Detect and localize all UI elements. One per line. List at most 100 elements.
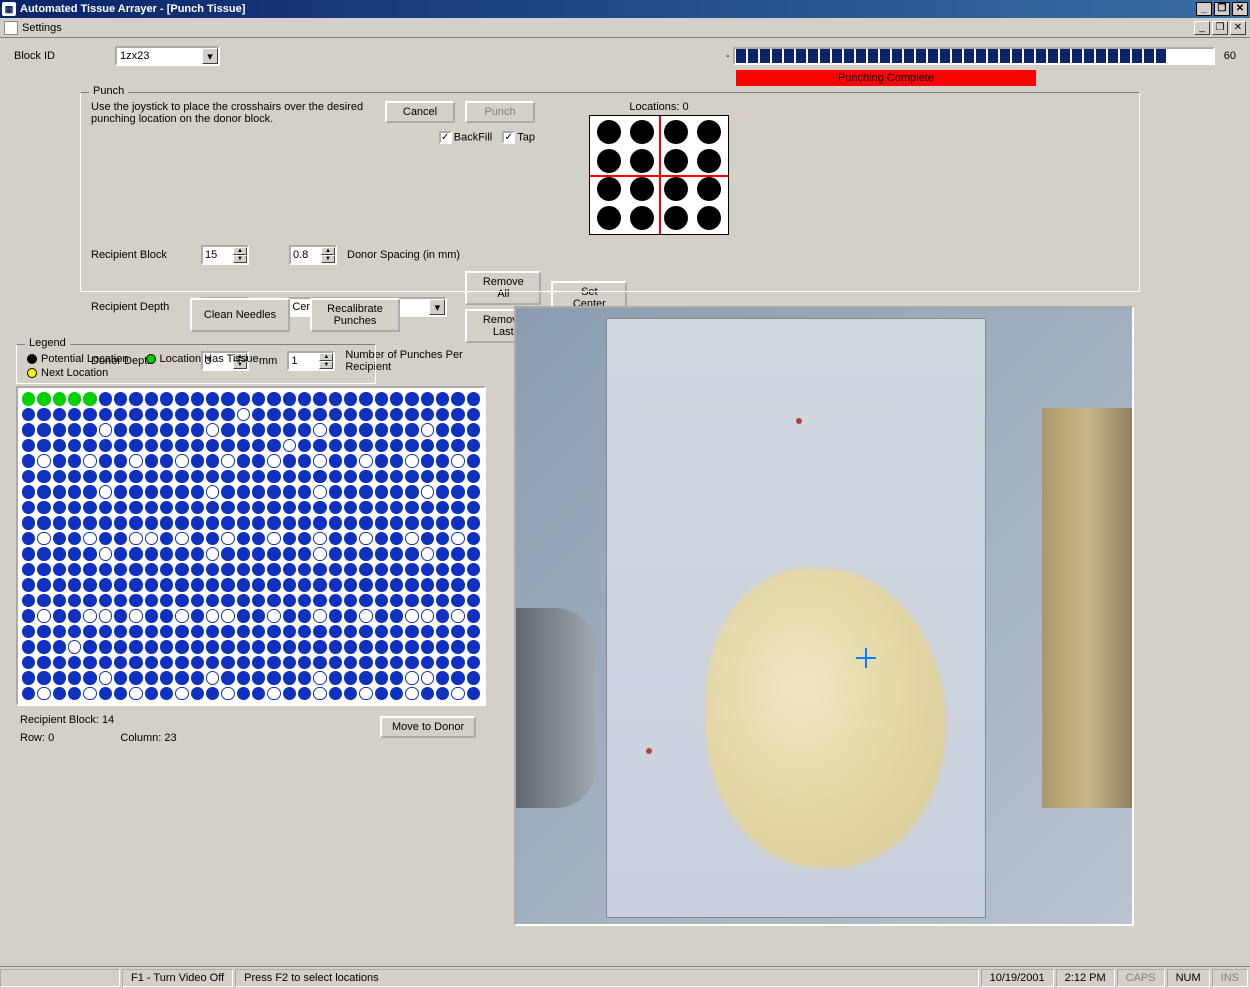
array-cell[interactable] bbox=[451, 563, 464, 577]
array-cell[interactable] bbox=[221, 439, 234, 453]
array-cell[interactable] bbox=[329, 594, 342, 608]
array-cell[interactable] bbox=[37, 439, 50, 453]
array-cell[interactable] bbox=[405, 563, 418, 577]
array-cell[interactable] bbox=[283, 532, 296, 546]
array-cell[interactable] bbox=[467, 625, 480, 639]
array-cell[interactable] bbox=[467, 547, 480, 561]
array-cell[interactable] bbox=[129, 594, 142, 608]
array-cell[interactable] bbox=[221, 640, 234, 654]
array-cell[interactable] bbox=[237, 485, 250, 499]
array-cell[interactable] bbox=[467, 656, 480, 670]
array-cell[interactable] bbox=[191, 423, 204, 437]
array-cell[interactable] bbox=[206, 640, 219, 654]
array-cell[interactable] bbox=[283, 423, 296, 437]
array-cell[interactable] bbox=[175, 439, 188, 453]
array-cell[interactable] bbox=[390, 671, 403, 685]
array-cell[interactable] bbox=[298, 470, 311, 484]
array-cell[interactable] bbox=[267, 547, 280, 561]
array-cell[interactable] bbox=[83, 656, 96, 670]
array-cell[interactable] bbox=[267, 656, 280, 670]
array-cell[interactable] bbox=[191, 392, 204, 406]
array-cell[interactable] bbox=[221, 485, 234, 499]
array-cell[interactable] bbox=[359, 609, 372, 623]
array-cell[interactable] bbox=[359, 408, 372, 422]
array-cell[interactable] bbox=[145, 485, 158, 499]
array-cell[interactable] bbox=[175, 501, 188, 515]
recalibrate-button[interactable]: Recalibrate Punches bbox=[310, 298, 400, 332]
array-cell[interactable] bbox=[37, 454, 50, 468]
array-cell[interactable] bbox=[375, 392, 388, 406]
array-cell[interactable] bbox=[451, 454, 464, 468]
array-cell[interactable] bbox=[329, 454, 342, 468]
array-cell[interactable] bbox=[421, 423, 434, 437]
array-cell[interactable] bbox=[83, 687, 96, 701]
array-cell[interactable] bbox=[83, 625, 96, 639]
array-cell[interactable] bbox=[421, 563, 434, 577]
array-cell[interactable] bbox=[252, 532, 265, 546]
array-cell[interactable] bbox=[436, 609, 449, 623]
array-cell[interactable] bbox=[467, 640, 480, 654]
array-cell[interactable] bbox=[160, 423, 173, 437]
array-cell[interactable] bbox=[175, 625, 188, 639]
array-cell[interactable] bbox=[22, 547, 35, 561]
array-cell[interactable] bbox=[237, 563, 250, 577]
array-cell[interactable] bbox=[359, 671, 372, 685]
array-cell[interactable] bbox=[68, 640, 81, 654]
array-cell[interactable] bbox=[68, 547, 81, 561]
array-cell[interactable] bbox=[436, 656, 449, 670]
array-cell[interactable] bbox=[68, 532, 81, 546]
array-cell[interactable] bbox=[283, 501, 296, 515]
array-cell[interactable] bbox=[451, 392, 464, 406]
array-cell[interactable] bbox=[160, 671, 173, 685]
array-cell[interactable] bbox=[329, 625, 342, 639]
array-cell[interactable] bbox=[237, 439, 250, 453]
array-cell[interactable] bbox=[405, 516, 418, 530]
array-cell[interactable] bbox=[252, 485, 265, 499]
array-cell[interactable] bbox=[298, 454, 311, 468]
array-cell[interactable] bbox=[267, 485, 280, 499]
array-cell[interactable] bbox=[237, 625, 250, 639]
array-cell[interactable] bbox=[359, 516, 372, 530]
array-cell[interactable] bbox=[221, 470, 234, 484]
array-cell[interactable] bbox=[344, 439, 357, 453]
array-cell[interactable] bbox=[313, 439, 326, 453]
array-cell[interactable] bbox=[53, 656, 66, 670]
array-cell[interactable] bbox=[421, 485, 434, 499]
array-cell[interactable] bbox=[22, 439, 35, 453]
array-cell[interactable] bbox=[344, 408, 357, 422]
array-cell[interactable] bbox=[344, 454, 357, 468]
array-cell[interactable] bbox=[451, 578, 464, 592]
spin-up-icon[interactable]: ▲ bbox=[233, 247, 247, 255]
array-cell[interactable] bbox=[160, 609, 173, 623]
array-cell[interactable] bbox=[175, 640, 188, 654]
array-cell[interactable] bbox=[206, 578, 219, 592]
array-cell[interactable] bbox=[252, 392, 265, 406]
array-cell[interactable] bbox=[37, 609, 50, 623]
array-cell[interactable] bbox=[451, 656, 464, 670]
array-cell[interactable] bbox=[252, 408, 265, 422]
array-cell[interactable] bbox=[221, 532, 234, 546]
array-cell[interactable] bbox=[298, 439, 311, 453]
array-cell[interactable] bbox=[37, 516, 50, 530]
array-cell[interactable] bbox=[53, 640, 66, 654]
remove-all-button[interactable]: Remove All bbox=[465, 271, 541, 305]
array-cell[interactable] bbox=[237, 656, 250, 670]
array-cell[interactable] bbox=[191, 501, 204, 515]
array-cell[interactable] bbox=[145, 516, 158, 530]
array-cell[interactable] bbox=[145, 625, 158, 639]
block-id-input[interactable] bbox=[117, 48, 202, 64]
close-button[interactable]: ✕ bbox=[1232, 2, 1248, 16]
array-cell[interactable] bbox=[467, 454, 480, 468]
array-cell[interactable] bbox=[221, 625, 234, 639]
array-cell[interactable] bbox=[237, 547, 250, 561]
array-cell[interactable] bbox=[313, 656, 326, 670]
array-cell[interactable] bbox=[53, 470, 66, 484]
array-cell[interactable] bbox=[175, 408, 188, 422]
array-cell[interactable] bbox=[405, 454, 418, 468]
array-cell[interactable] bbox=[390, 640, 403, 654]
array-cell[interactable] bbox=[221, 423, 234, 437]
array-cell[interactable] bbox=[37, 640, 50, 654]
array-cell[interactable] bbox=[421, 671, 434, 685]
move-to-donor-button[interactable]: Move to Donor bbox=[380, 716, 476, 738]
array-cell[interactable] bbox=[22, 392, 35, 406]
